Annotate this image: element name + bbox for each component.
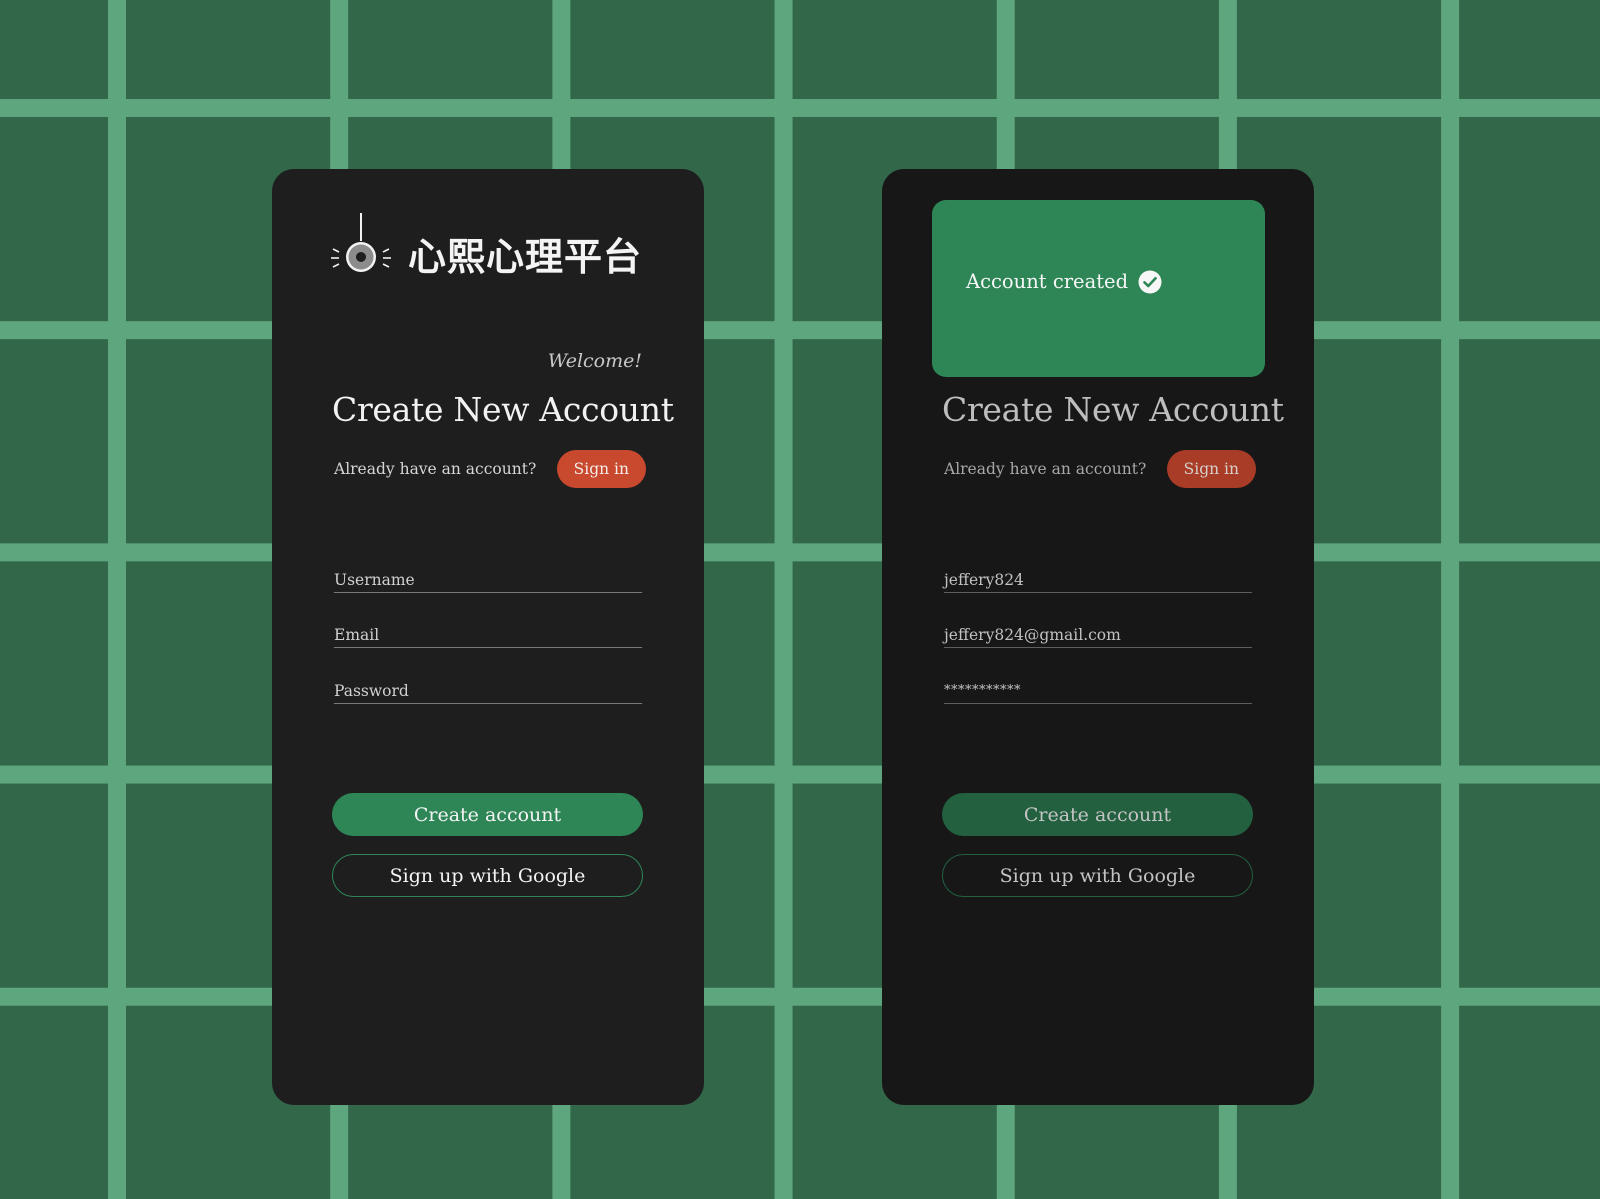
signin-row: Already have an account? Sign in xyxy=(334,450,646,488)
welcome-text: Welcome! xyxy=(547,350,642,372)
create-account-button[interactable]: Create account xyxy=(332,793,643,836)
lamp-icon xyxy=(331,213,391,272)
signup-card-empty: 心熙心理平台 Welcome! Create New Account Alrea… xyxy=(272,169,704,1105)
password-field[interactable]: *********** xyxy=(944,678,1252,704)
brand-header: 心熙心理平台 xyxy=(330,213,642,283)
signin-row: Already have an account? Sign in xyxy=(944,450,1256,488)
password-value: *********** xyxy=(944,683,1021,698)
signin-button[interactable]: Sign in xyxy=(556,450,646,488)
email-field[interactable]: jeffery824@gmail.com xyxy=(944,622,1252,648)
brand-name: 心熙心理平台 xyxy=(408,234,643,279)
page-title: Create New Account xyxy=(942,390,1284,429)
signup-card-success: Account created Create New Account Alrea… xyxy=(882,169,1314,1105)
check-circle-icon xyxy=(1138,270,1162,293)
password-field[interactable]: Password xyxy=(334,678,642,704)
page-title: Create New Account xyxy=(332,390,674,429)
banner-content: Account created xyxy=(966,270,1162,294)
signin-prompt: Already have an account? xyxy=(944,460,1147,478)
create-account-button[interactable]: Create account xyxy=(942,793,1253,836)
signin-button[interactable]: Sign in xyxy=(1166,450,1256,488)
success-message: Account created xyxy=(966,270,1129,293)
success-banner: Account created xyxy=(932,200,1265,377)
signin-prompt: Already have an account? xyxy=(334,460,537,478)
page: { "colors": { "background": "#326849", "… xyxy=(0,0,1600,1199)
google-signup-button[interactable]: Sign up with Google xyxy=(332,854,643,897)
google-signup-button[interactable]: Sign up with Google xyxy=(942,854,1253,897)
username-field[interactable]: Username xyxy=(334,567,642,593)
email-field[interactable]: Email xyxy=(334,622,642,648)
username-field[interactable]: jeffery824 xyxy=(944,567,1252,593)
